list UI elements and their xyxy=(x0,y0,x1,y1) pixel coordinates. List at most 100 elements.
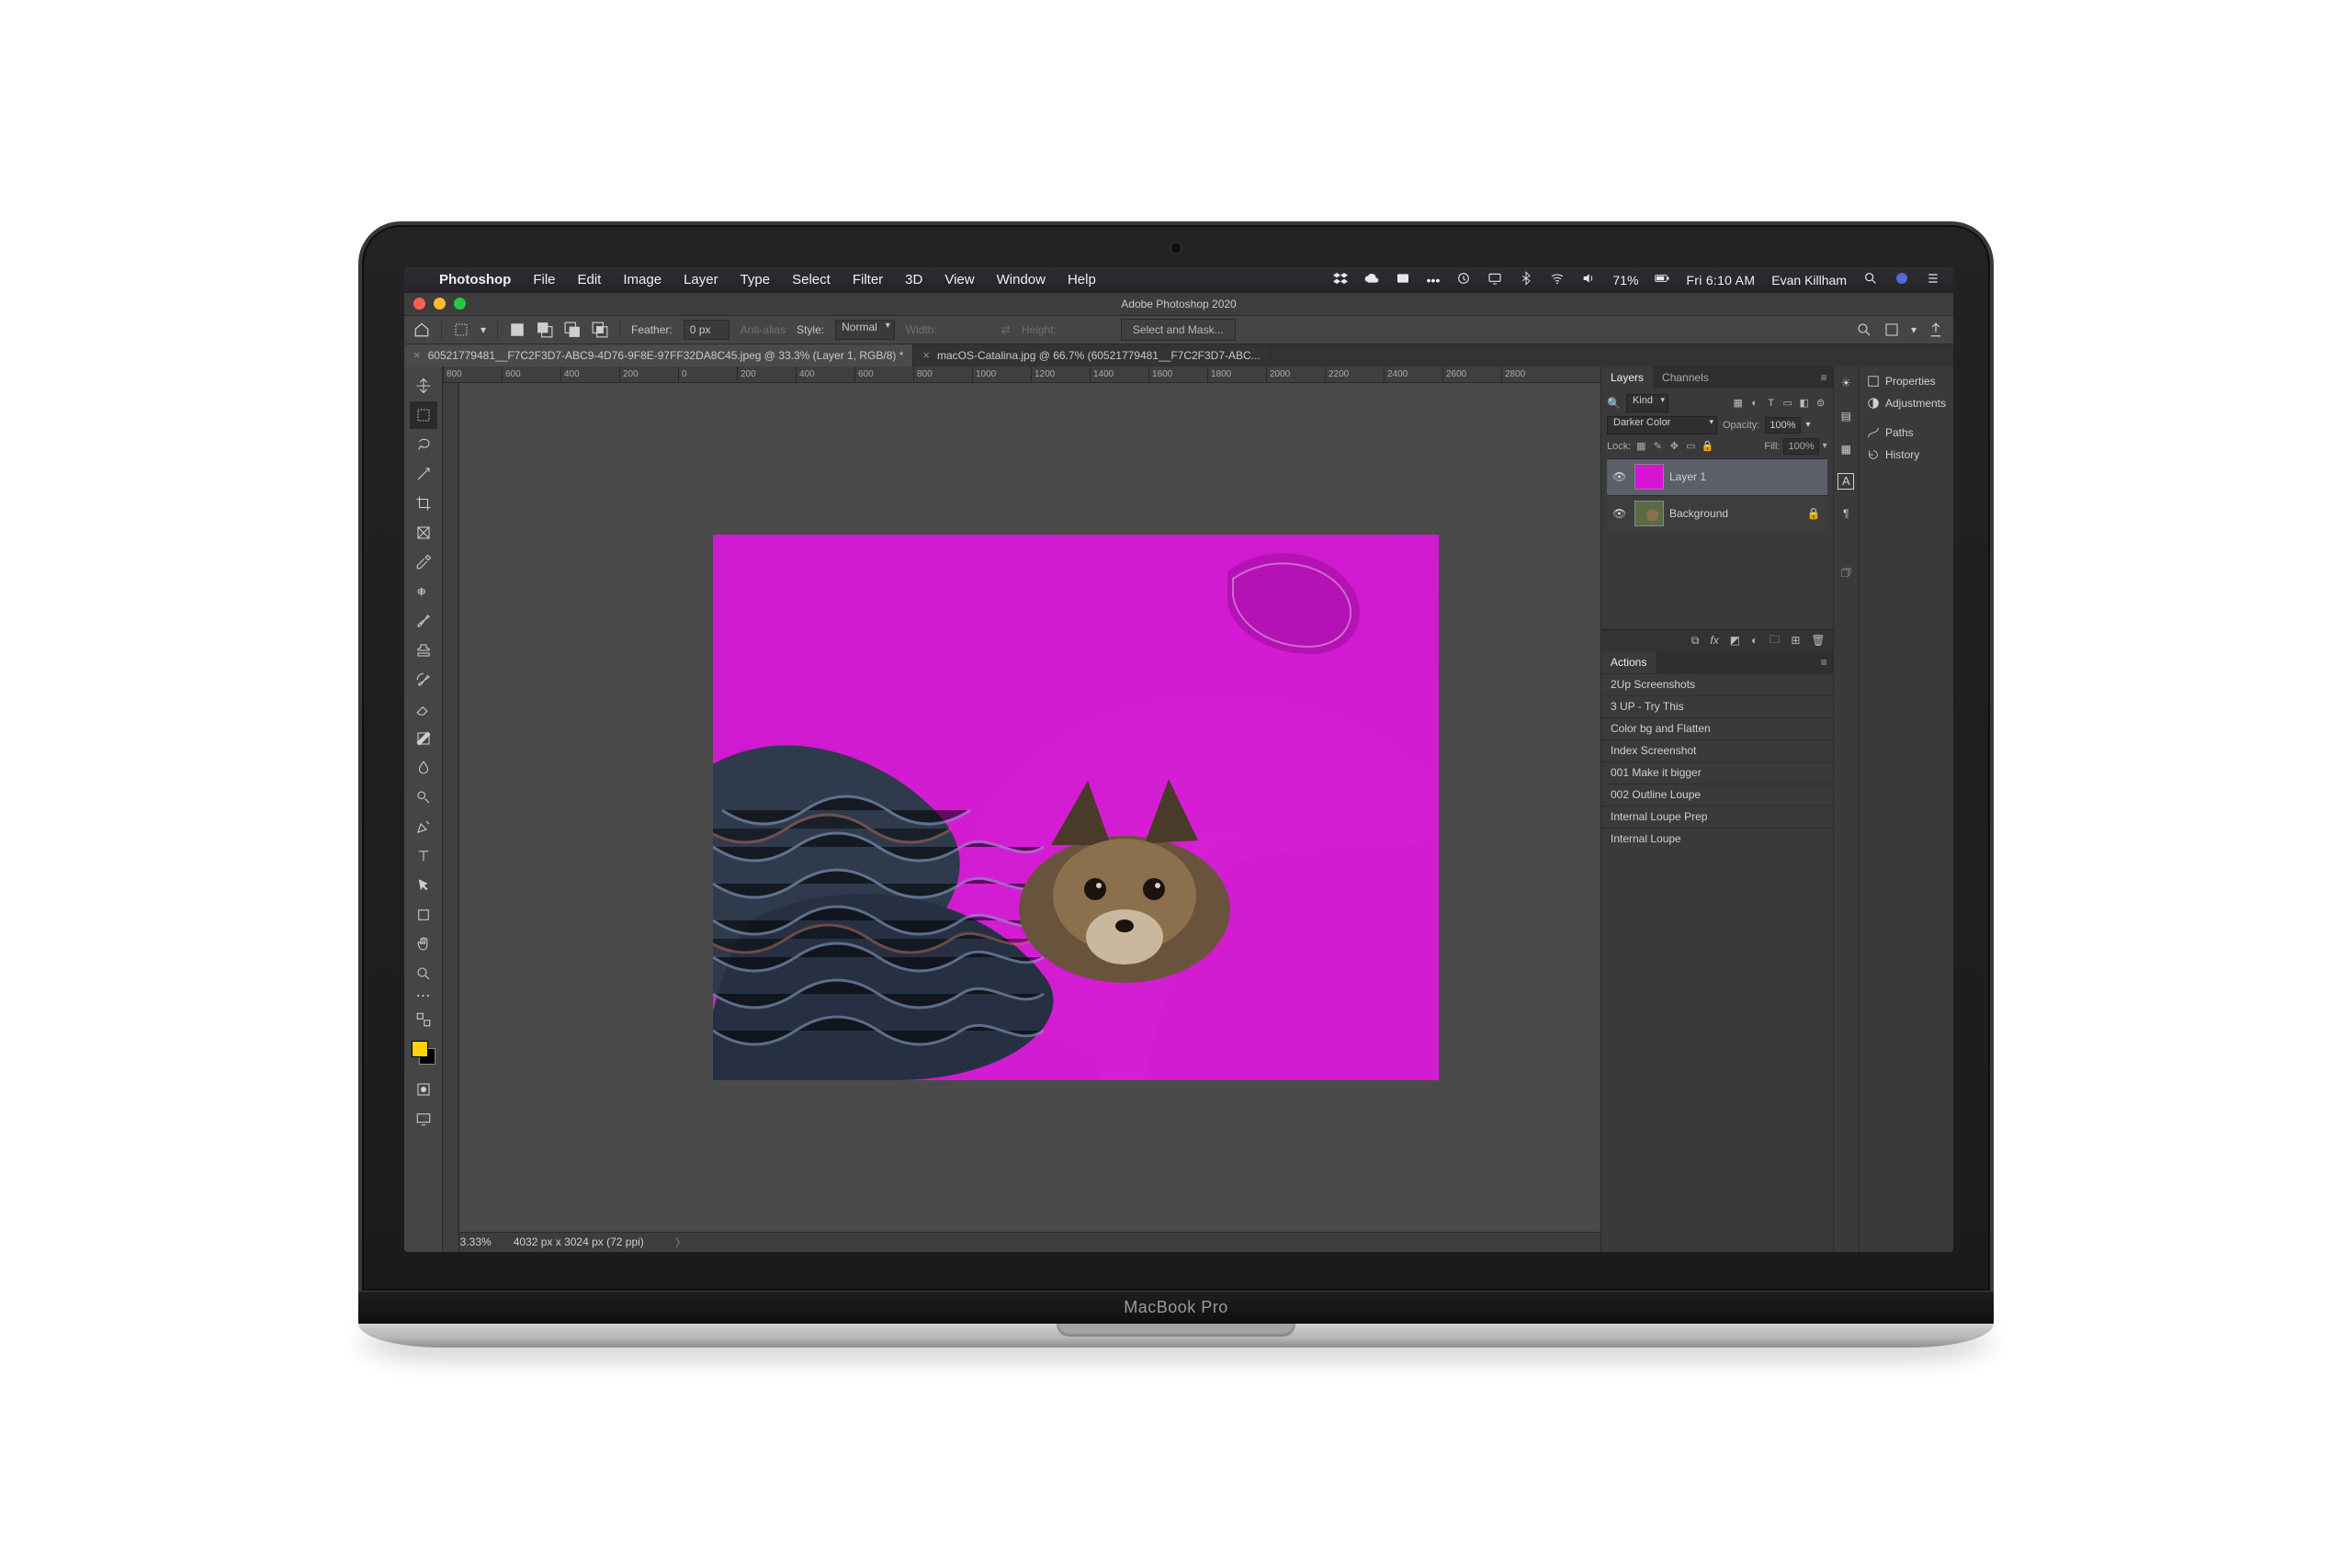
cloud-icon[interactable] xyxy=(1364,271,1379,288)
menu-3d[interactable]: 3D xyxy=(905,272,922,288)
blend-mode-select[interactable]: Darker Color xyxy=(1607,416,1717,434)
delete-layer-icon[interactable]: 🗑 xyxy=(1811,634,1825,647)
layers-panel-menu-icon[interactable]: ≡ xyxy=(1815,367,1833,389)
display-icon[interactable] xyxy=(1487,271,1502,288)
filter-kind-select[interactable]: Kind xyxy=(1626,394,1668,412)
edit-toolbar-icon[interactable] xyxy=(410,1006,437,1033)
action-item[interactable]: 002 Outline Loupe xyxy=(1601,784,1833,806)
menu-edit[interactable]: Edit xyxy=(578,272,602,288)
filter-shape-icon[interactable]: ▭ xyxy=(1781,397,1794,410)
maximize-button[interactable] xyxy=(454,298,466,310)
filter-toggle[interactable]: ⊜ xyxy=(1815,397,1827,410)
zoom-tool[interactable] xyxy=(410,960,437,987)
more-tools[interactable]: ⋯ xyxy=(410,989,437,1004)
menu-layer[interactable]: Layer xyxy=(684,272,718,288)
sel-new-icon[interactable] xyxy=(509,321,526,338)
dots-icon[interactable]: ••• xyxy=(1427,273,1441,288)
share-icon[interactable] xyxy=(1928,321,1944,338)
filter-smart-icon[interactable]: ◧ xyxy=(1798,397,1811,410)
menu-filter[interactable]: Filter xyxy=(853,272,883,288)
menu-file[interactable]: File xyxy=(533,272,555,288)
sel-intersect-icon[interactable] xyxy=(592,321,608,338)
volume-icon[interactable] xyxy=(1581,271,1596,288)
move-tool[interactable] xyxy=(410,372,437,400)
fill-input[interactable]: 100% xyxy=(1783,438,1818,455)
tab-channels[interactable]: Channels xyxy=(1653,367,1718,389)
sel-subtract-icon[interactable] xyxy=(564,321,581,338)
action-item[interactable]: 001 Make it bigger xyxy=(1601,761,1833,784)
gradient-tool[interactable] xyxy=(410,725,437,752)
hand-tool[interactable] xyxy=(410,931,437,958)
lock-all-icon[interactable]: 🔒 xyxy=(1701,440,1713,453)
minimize-button[interactable] xyxy=(434,298,446,310)
paragraph-panel-icon[interactable]: ¶ xyxy=(1837,504,1855,523)
tab-actions[interactable]: Actions xyxy=(1601,651,1656,673)
marquee-tool[interactable] xyxy=(410,401,437,429)
panel-adjustments[interactable]: Adjustments xyxy=(1860,394,1953,412)
style-select[interactable]: Normal xyxy=(835,320,895,340)
crop-tool[interactable] xyxy=(410,490,437,517)
clone-stamp-tool[interactable] xyxy=(410,637,437,664)
status-menu-icon[interactable]: 〉 xyxy=(666,1235,686,1250)
swatches-panel-icon[interactable]: ▤ xyxy=(1837,407,1855,425)
menu-help[interactable]: Help xyxy=(1068,272,1096,288)
ruler-vertical[interactable] xyxy=(443,383,459,1252)
layer-name[interactable]: Layer 1 xyxy=(1669,470,1706,483)
panel-history[interactable]: History xyxy=(1860,446,1953,464)
panel-properties[interactable]: Properties xyxy=(1860,372,1953,390)
close-tab-icon[interactable]: × xyxy=(413,348,421,362)
close-button[interactable] xyxy=(413,298,425,310)
tool-preset[interactable] xyxy=(453,321,469,338)
doc-dimensions[interactable]: 4032 px x 3024 px (72 ppi) xyxy=(514,1235,644,1248)
menu-view[interactable]: View xyxy=(944,272,974,288)
lock-pixels-icon[interactable]: ✎ xyxy=(1651,440,1664,453)
quickmask-toggle[interactable] xyxy=(410,1076,437,1103)
tab-layers[interactable]: Layers xyxy=(1601,367,1653,389)
eraser-tool[interactable] xyxy=(410,695,437,723)
cc-icon[interactable] xyxy=(1396,271,1410,288)
layer-style-icon[interactable]: fx xyxy=(1710,634,1718,647)
menu-window[interactable]: Window xyxy=(997,272,1046,288)
siri-icon[interactable] xyxy=(1894,271,1909,288)
opacity-input[interactable]: 100% xyxy=(1765,417,1800,434)
frame-tool[interactable] xyxy=(410,519,437,547)
layer-row[interactable]: 👁 Background 🔒 xyxy=(1607,495,1827,532)
libraries-panel-icon[interactable]: 🗇 xyxy=(1837,565,1855,583)
gradient-panel-icon[interactable]: ▦ xyxy=(1837,440,1855,458)
filter-type-icon[interactable]: T xyxy=(1765,397,1778,410)
user-name[interactable]: Evan Killham xyxy=(1771,273,1847,288)
menu-type[interactable]: Type xyxy=(741,272,771,288)
notifications-icon[interactable] xyxy=(1926,271,1940,288)
marquee-dropdown[interactable]: ▾ xyxy=(481,323,486,336)
document-tab-2[interactable]: × macOS-Catalina.jpg @ 66.7% (6052177948… xyxy=(913,344,1270,367)
magic-wand-tool[interactable] xyxy=(410,460,437,488)
select-and-mask-button[interactable]: Select and Mask... xyxy=(1121,319,1236,341)
filter-adjust-icon[interactable]: ◐ xyxy=(1748,397,1761,410)
dropbox-icon[interactable] xyxy=(1333,271,1348,288)
lock-icon[interactable]: 🔒 xyxy=(1807,507,1822,520)
character-panel-icon[interactable]: A xyxy=(1838,473,1854,490)
brush-tool[interactable] xyxy=(410,607,437,635)
menu-select[interactable]: Select xyxy=(792,272,831,288)
app-menu[interactable]: Photoshop xyxy=(439,272,511,288)
timemachine-icon[interactable] xyxy=(1456,271,1471,288)
action-item[interactable]: Internal Loupe Prep xyxy=(1601,806,1833,828)
visibility-toggle-icon[interactable]: 👁 xyxy=(1612,470,1629,483)
opacity-dropdown[interactable]: ▾ xyxy=(1806,420,1811,430)
color-panel-icon[interactable]: ☀ xyxy=(1837,374,1855,392)
document-image[interactable] xyxy=(713,535,1439,1080)
layer-name[interactable]: Background xyxy=(1669,507,1728,520)
healing-brush-tool[interactable] xyxy=(410,578,437,605)
layer-thumbnail[interactable] xyxy=(1634,501,1664,526)
blur-tool[interactable] xyxy=(410,754,437,782)
wifi-icon[interactable] xyxy=(1550,271,1565,288)
path-select-tool[interactable] xyxy=(410,872,437,899)
lock-transparency-icon[interactable]: ▦ xyxy=(1634,440,1647,453)
action-item[interactable]: 3 UP - Try This xyxy=(1601,695,1833,717)
antialias-checkbox[interactable]: Anti-alias xyxy=(741,323,786,336)
eyedropper-tool[interactable] xyxy=(410,548,437,576)
spotlight-icon[interactable] xyxy=(1863,271,1878,288)
color-swatch[interactable] xyxy=(412,1041,435,1065)
action-item[interactable]: Internal Loupe xyxy=(1601,828,1833,850)
workspace-dropdown[interactable]: ▾ xyxy=(1911,323,1917,336)
